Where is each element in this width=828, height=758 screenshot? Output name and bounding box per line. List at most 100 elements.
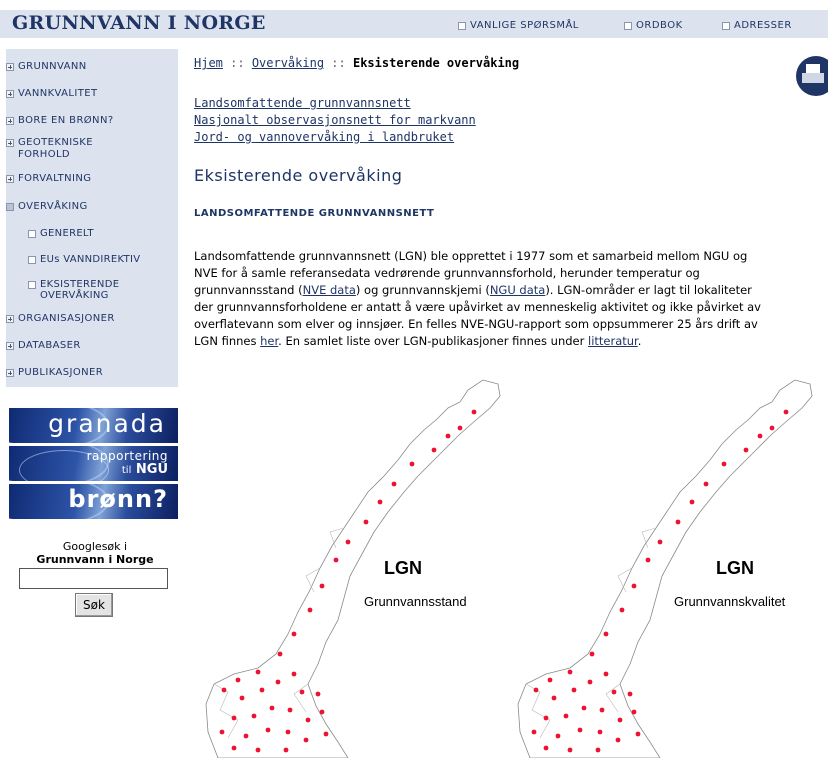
nve-data-link[interactable]: NVE data bbox=[303, 283, 356, 297]
station-dot bbox=[587, 679, 593, 685]
sidebar-subitem-eus-vanndirektiv[interactable]: EUs VANNDIREKTIV bbox=[28, 254, 140, 265]
station-dot bbox=[291, 671, 297, 677]
toplink-faq[interactable]: VANLIGE SPØRSMÅL bbox=[458, 20, 579, 31]
station-dot bbox=[445, 433, 451, 439]
station-dot bbox=[255, 669, 261, 675]
station-dot bbox=[603, 631, 609, 637]
expand-plus-icon bbox=[6, 90, 14, 98]
station-dot bbox=[615, 737, 621, 743]
station-dot bbox=[219, 729, 225, 735]
report-here-link[interactable]: her bbox=[260, 334, 278, 348]
breadcrumb-current: Eksisterende overvåking bbox=[352, 56, 520, 70]
quicklink-markvann[interactable]: Nasjonalt observasjonsnett for markvann bbox=[194, 113, 476, 127]
map-grunnvannskvalitet[interactable]: LGN Grunnvannskvalitet bbox=[510, 372, 828, 758]
bronn-banner[interactable]: brønn? bbox=[9, 484, 178, 519]
station-dot bbox=[319, 709, 325, 715]
page-title: Eksisterende overvåking bbox=[194, 166, 403, 185]
station-dot bbox=[567, 669, 573, 675]
station-dot bbox=[275, 679, 281, 685]
checkbox-icon bbox=[28, 230, 36, 238]
print-icon[interactable] bbox=[796, 56, 828, 96]
breadcrumb-home[interactable]: Hjem bbox=[194, 56, 223, 70]
sidebar-subitem-eksisterende-overvaking[interactable]: EKSISTERENDE OVERVÅKING bbox=[28, 279, 138, 301]
station-dot bbox=[533, 687, 539, 693]
station-dot bbox=[251, 713, 257, 719]
station-dot bbox=[345, 539, 351, 545]
expanded-icon bbox=[6, 203, 14, 211]
sidebar-item-grunnvann[interactable]: GRUNNVANN bbox=[6, 61, 87, 72]
station-dot bbox=[239, 695, 245, 701]
station-dot bbox=[277, 651, 283, 657]
search-button[interactable]: Søk bbox=[75, 593, 113, 617]
station-dot bbox=[631, 709, 637, 715]
station-dot bbox=[689, 499, 695, 505]
expand-plus-icon bbox=[6, 369, 14, 377]
norway-map-graphic bbox=[517, 379, 813, 758]
sidebar-item-bore-en-bronn[interactable]: BORE EN BRØNN? bbox=[6, 115, 114, 126]
station-dot bbox=[617, 717, 623, 723]
map-title: LGN bbox=[716, 558, 754, 578]
sidebar-item-overvaking[interactable]: OVERVÅKING bbox=[6, 201, 88, 212]
station-dot bbox=[265, 727, 271, 733]
station-dot bbox=[231, 715, 237, 721]
station-dot bbox=[283, 747, 289, 753]
station-dot bbox=[743, 447, 749, 453]
search-input[interactable] bbox=[19, 568, 168, 589]
sidebar-item-forvaltning[interactable]: FORVALTNING bbox=[6, 173, 91, 184]
literature-link[interactable]: litteratur bbox=[588, 334, 638, 348]
toplink-addresses[interactable]: ADRESSER bbox=[722, 20, 792, 31]
station-dot bbox=[769, 425, 775, 431]
quicklink-landsomfattende[interactable]: Landsomfattende grunnvannsnett bbox=[194, 96, 411, 110]
station-dot bbox=[299, 689, 305, 695]
station-dot bbox=[619, 607, 625, 613]
station-dot bbox=[231, 745, 237, 751]
station-dot bbox=[255, 747, 261, 753]
sidebar-item-publikasjoner[interactable]: PUBLIKASJONER bbox=[6, 367, 103, 378]
toplink-dictionary[interactable]: ORDBOK bbox=[624, 20, 683, 31]
map-title: LGN bbox=[384, 558, 422, 578]
expand-plus-icon bbox=[6, 315, 14, 323]
station-dot bbox=[645, 557, 651, 563]
site-title[interactable]: GRUNNVANN I NORGE bbox=[12, 12, 266, 34]
station-dot bbox=[595, 747, 601, 753]
rapportering-ngu-banner[interactable]: rapportering til NGU bbox=[9, 446, 178, 481]
station-dot bbox=[657, 539, 663, 545]
ngu-data-link[interactable]: NGU data bbox=[490, 283, 546, 297]
station-dot bbox=[363, 519, 369, 525]
expand-plus-icon bbox=[6, 342, 14, 350]
station-dot bbox=[471, 409, 477, 415]
station-dot bbox=[547, 677, 553, 683]
station-dot bbox=[757, 433, 763, 439]
sidebar-item-databaser[interactable]: DATABASER bbox=[6, 340, 81, 351]
search-label: Googlesøk i bbox=[62, 540, 128, 553]
breadcrumb-parent[interactable]: Overvåking bbox=[252, 56, 324, 70]
quicklink-landbruket[interactable]: Jord- og vannovervåking i landbruket bbox=[194, 130, 454, 144]
station-dot bbox=[221, 687, 227, 693]
station-dot bbox=[635, 731, 641, 737]
station-dot bbox=[333, 557, 339, 563]
map-grunnvannsstand[interactable]: LGN Grunnvannsstand bbox=[198, 372, 518, 758]
station-dot bbox=[543, 715, 549, 721]
station-dot bbox=[315, 691, 321, 697]
station-dot bbox=[721, 461, 727, 467]
sidebar-item-vannkvalitet[interactable]: VANNKVALITET bbox=[6, 88, 97, 99]
station-dot bbox=[285, 729, 291, 735]
station-dot bbox=[675, 519, 681, 525]
station-dot bbox=[783, 409, 789, 415]
sidebar-item-organisasjoner[interactable]: ORGANISASJONER bbox=[6, 313, 115, 324]
station-dot bbox=[287, 707, 293, 713]
map-subtitle: Grunnvannsstand bbox=[364, 594, 467, 609]
station-dot bbox=[599, 707, 605, 713]
station-dot bbox=[571, 687, 577, 693]
station-dot bbox=[323, 731, 329, 737]
station-dot bbox=[259, 687, 265, 693]
granada-banner[interactable]: granada bbox=[9, 408, 178, 443]
sidebar-subitem-generelt[interactable]: GENERELT bbox=[28, 228, 94, 239]
station-dot bbox=[235, 677, 241, 683]
station-dot bbox=[303, 737, 309, 743]
station-dot bbox=[543, 745, 549, 751]
site-header: GRUNNVANN I NORGE VANLIGE SPØRSMÅL ORDBO… bbox=[0, 0, 828, 40]
sidebar-item-geotekniske-forhold[interactable]: GEOTEKNISKE FORHOLD bbox=[6, 137, 136, 161]
station-dot bbox=[431, 447, 437, 453]
station-dot bbox=[307, 607, 313, 613]
